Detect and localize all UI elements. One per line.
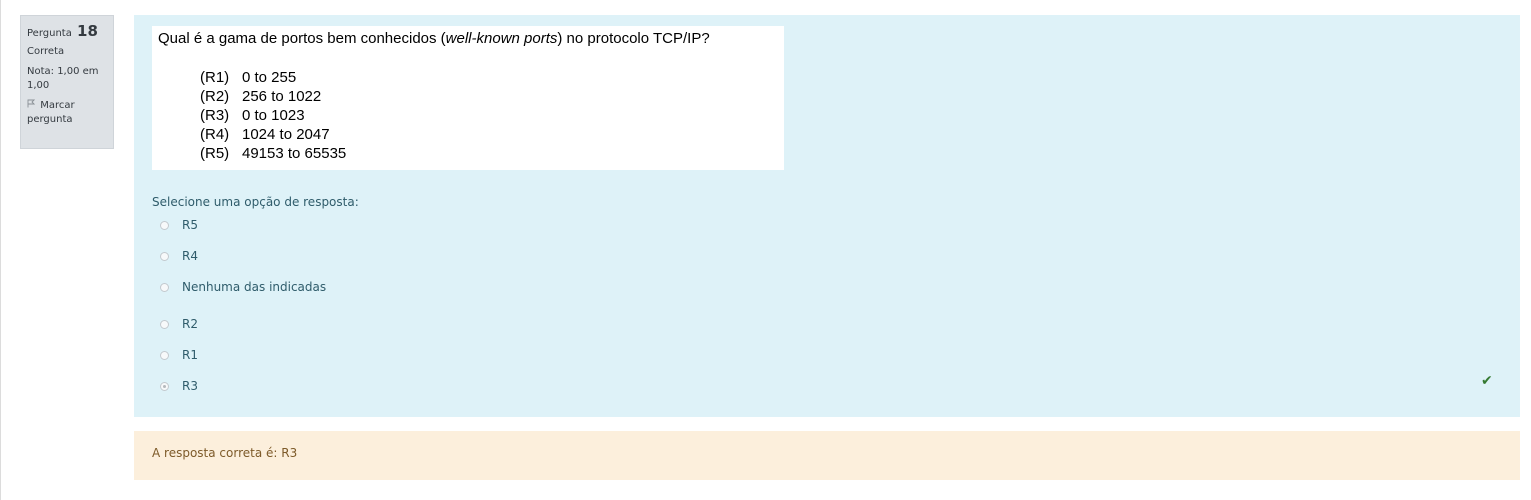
- radio-r1[interactable]: [160, 350, 169, 360]
- question-state: Correta: [27, 46, 65, 57]
- feedback-panel: A resposta correta é: R3: [134, 431, 1520, 480]
- question-grade: Nota: 1,00 em 1,00: [27, 66, 99, 91]
- question-choice-r5: (R5) 49153 to 65535: [200, 145, 347, 162]
- question-content: Qual é a gama de portos bem conhecidos (…: [134, 15, 1520, 417]
- question-choice-r1: (R1) 0 to 255: [200, 69, 297, 86]
- question-choice-r4: (R4) 1024 to 2047: [200, 126, 330, 143]
- answer-option-none[interactable]: Nenhuma das indicadas: [160, 279, 326, 295]
- answer-option-r4[interactable]: R4: [160, 248, 198, 264]
- question-choices-list: (R1) 0 to 255 (R2) 256 to 1022 (R3) 0 to 10…: [158, 68, 778, 163]
- question-label: Pergunta: [27, 28, 72, 39]
- answer-option-r1[interactable]: R1: [160, 347, 198, 363]
- answer-prompt: Selecione uma opção de resposta:: [152, 195, 359, 209]
- question-choice-r3: (R3) 0 to 1023: [200, 107, 305, 124]
- question-number: Pergunta 18: [27, 22, 107, 43]
- answer-option-r5[interactable]: R5: [160, 217, 198, 233]
- radio-r4[interactable]: [160, 251, 169, 261]
- question-info-panel: Pergunta 18 Correta Nota: 1,00 em 1,00 M…: [20, 15, 114, 149]
- question-number-value: 18: [77, 22, 98, 40]
- flag-icon: [27, 99, 37, 113]
- right-answer-text: A resposta correta é: R3: [152, 446, 298, 460]
- radio-none[interactable]: [160, 282, 169, 292]
- radio-r3-selected[interactable]: [160, 381, 169, 391]
- flag-question-link[interactable]: Marcar pergunta: [27, 99, 107, 127]
- question-text-image: Qual é a gama de portos bem conhecidos (…: [152, 26, 784, 170]
- question-choice-r2: (R2) 256 to 1022: [200, 88, 322, 105]
- question-text: Qual é a gama de portos bem conhecidos (…: [158, 30, 710, 47]
- check-icon: ✔: [1481, 373, 1493, 389]
- answer-option-r3[interactable]: R3: [160, 378, 198, 394]
- radio-r5[interactable]: [160, 220, 169, 230]
- radio-r2[interactable]: [160, 319, 169, 329]
- page-left-border: [0, 0, 1, 500]
- answer-option-r2[interactable]: R2: [160, 316, 198, 332]
